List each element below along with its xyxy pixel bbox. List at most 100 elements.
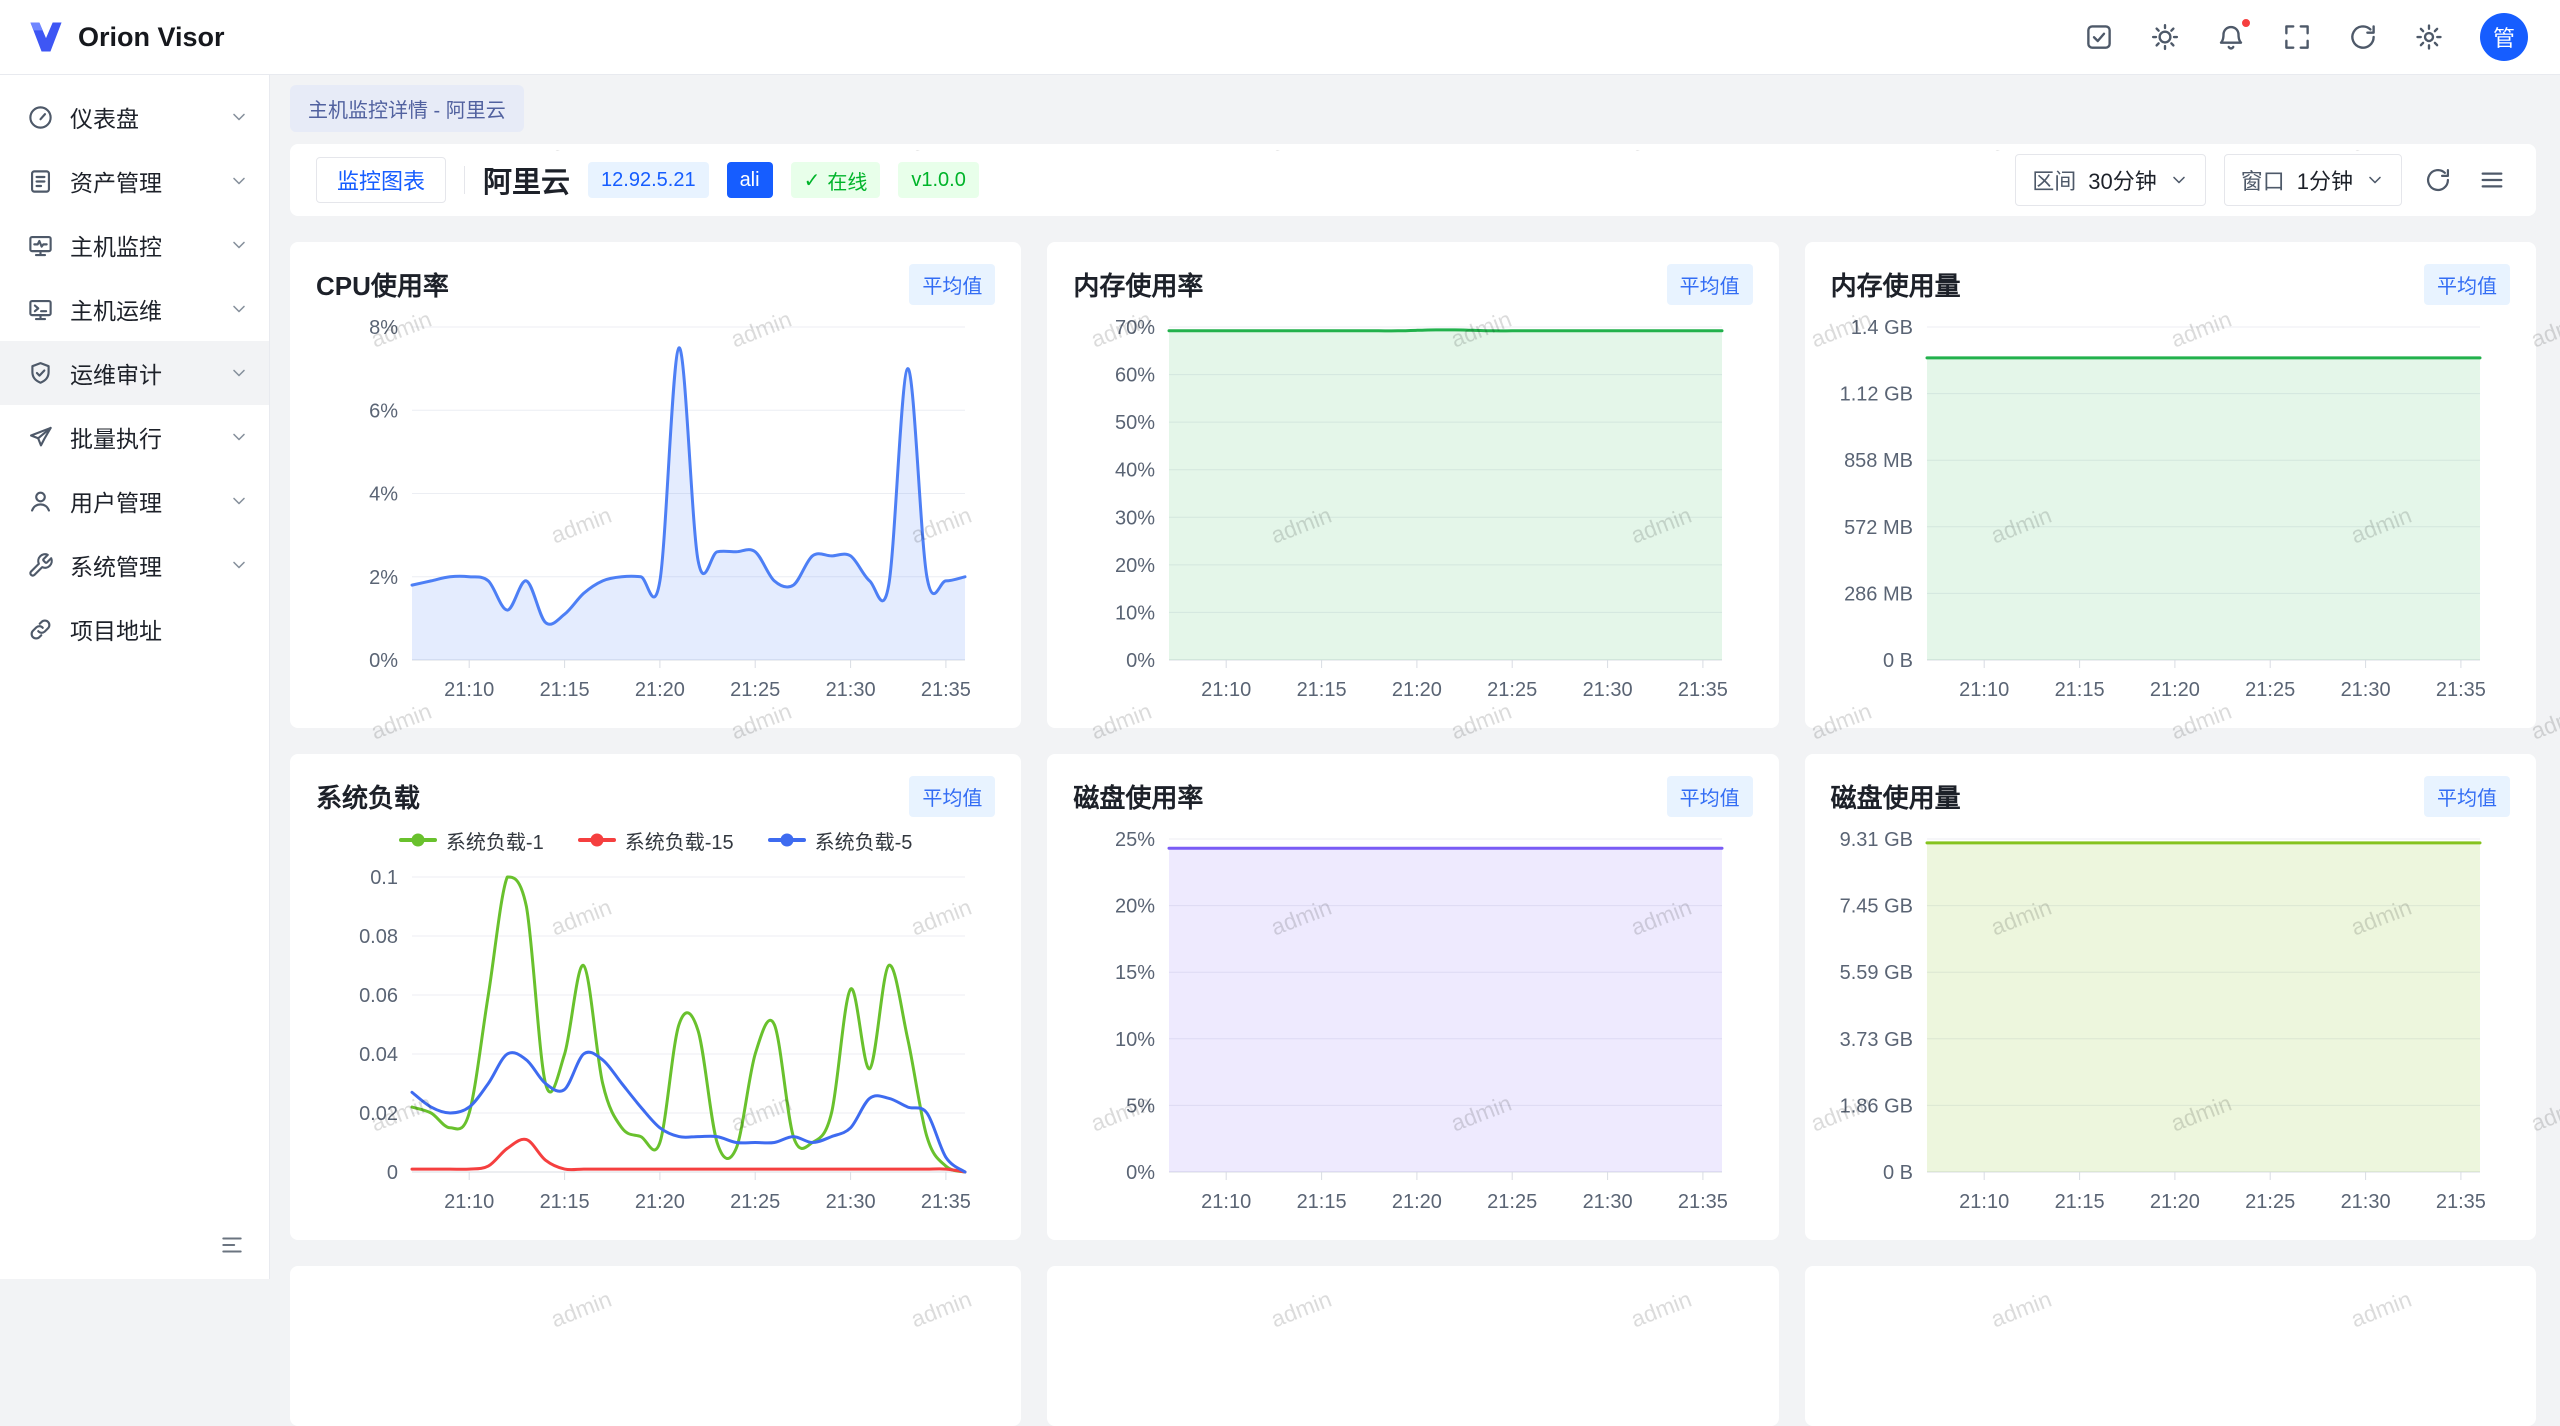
partial-card (290, 1266, 1021, 1426)
chart-legend: 系统负载-1 系统负载-15 系统负载-5 (316, 821, 995, 859)
orion-visor-logo-icon (26, 17, 66, 57)
fullscreen-icon[interactable] (2282, 22, 2312, 52)
chart-title: 内存使用率 (1073, 266, 1203, 303)
svg-text:0.08: 0.08 (359, 926, 398, 948)
svg-text:21:10: 21:10 (1959, 679, 2009, 701)
system-load-card: 系统负载 平均值 系统负载-1系统负载-15系统负载-5 00.020.040.… (290, 754, 1021, 1240)
charts-menu-icon[interactable] (2474, 162, 2510, 198)
legend-marker (768, 838, 806, 842)
average-value-badge: 平均值 (1667, 776, 1753, 817)
check-square-icon[interactable] (2084, 22, 2114, 52)
sidebar-item-label: 资产管理 (70, 164, 162, 198)
sidebar-item-label: 主机监控 (70, 228, 162, 262)
host-ip-tag: 12.92.5.21 (588, 162, 709, 198)
sidebar-item-system-management[interactable]: 系统管理 (0, 533, 269, 597)
svg-text:1.4 GB: 1.4 GB (1850, 317, 1912, 339)
sidebar-menu: 仪表盘 资产管理 主机监控 主机运维 运维审计 批量执行 (0, 85, 269, 661)
chevron-down-icon (229, 427, 249, 447)
svg-text:21:20: 21:20 (635, 679, 685, 701)
settings-gear-icon[interactable] (2414, 22, 2444, 52)
legend-item[interactable]: 系统负载-15 (578, 826, 734, 855)
refresh-icon[interactable] (2348, 22, 2378, 52)
svg-text:10%: 10% (1115, 602, 1155, 624)
chevron-down-icon (2169, 170, 2189, 190)
svg-text:6%: 6% (369, 400, 398, 422)
notification-bell-icon[interactable] (2216, 22, 2246, 52)
sidebar-item-assets[interactable]: 资产管理 (0, 149, 269, 213)
window-select[interactable]: 窗口 1分钟 (2224, 154, 2402, 206)
svg-text:858 MB: 858 MB (1844, 450, 1913, 472)
svg-text:21:35: 21:35 (1678, 1191, 1728, 1213)
window-select-label: 窗口 (2241, 164, 2285, 196)
sidebar-item-project-link[interactable]: 项目地址 (0, 597, 269, 661)
sidebar-item-ops-audit[interactable]: 运维审计 (0, 341, 269, 405)
charts-refresh-icon[interactable] (2420, 162, 2456, 198)
svg-text:5%: 5% (1126, 1095, 1155, 1117)
chart-title: CPU使用率 (316, 266, 449, 303)
svg-text:0: 0 (387, 1162, 398, 1184)
divider (464, 166, 465, 194)
svg-text:21:35: 21:35 (921, 1191, 971, 1213)
sidebar-item-user-management[interactable]: 用户管理 (0, 469, 269, 533)
svg-text:3.73 GB: 3.73 GB (1839, 1029, 1912, 1051)
svg-text:25%: 25% (1115, 829, 1155, 851)
avatar[interactable]: 管 (2480, 13, 2528, 61)
svg-text:286 MB: 286 MB (1844, 583, 1913, 605)
disk-usage-amount-chart[interactable]: 0 B1.86 GB3.73 GB5.59 GB7.45 GB9.31 GB21… (1831, 821, 2510, 1218)
svg-text:21:20: 21:20 (635, 1191, 685, 1213)
cpu-usage-chart[interactable]: 0%2%4%6%8%21:1021:1521:2021:2521:3021:35 (316, 309, 995, 706)
svg-text:9.31 GB: 9.31 GB (1839, 829, 1912, 851)
sidebar-item-label: 主机运维 (70, 292, 162, 326)
avatar-text: 管 (2493, 21, 2515, 53)
svg-text:21:10: 21:10 (444, 679, 494, 701)
notification-dot (2240, 17, 2252, 29)
tool-icon (27, 552, 54, 579)
interval-select[interactable]: 区间 30分钟 (2015, 154, 2206, 206)
host-version-tag: v1.0.0 (898, 162, 978, 198)
sidebar-item-dashboard[interactable]: 仪表盘 (0, 85, 269, 149)
svg-text:21:25: 21:25 (1487, 679, 1537, 701)
legend-label: 系统负载-15 (625, 826, 734, 855)
svg-text:50%: 50% (1115, 412, 1155, 434)
disk-usage-percent-chart[interactable]: 0%5%10%15%20%25%21:1021:1521:2021:2521:3… (1073, 821, 1752, 1218)
gauge-icon (27, 104, 54, 131)
legend-item[interactable]: 系统负载-1 (399, 826, 544, 855)
ledger-icon (27, 168, 54, 195)
svg-text:21:30: 21:30 (1583, 1191, 1633, 1213)
memory-usage-percent-chart[interactable]: 0%10%20%30%40%50%60%70%21:1021:1521:2021… (1073, 309, 1752, 706)
average-value-badge: 平均值 (1667, 264, 1753, 305)
system-load-chart[interactable]: 00.020.040.060.080.121:1021:1521:2021:25… (316, 859, 995, 1218)
sidebar-footer (0, 1214, 269, 1279)
svg-text:20%: 20% (1115, 555, 1155, 577)
legend-item[interactable]: 系统负载-5 (768, 826, 913, 855)
average-value-badge: 平均值 (909, 776, 995, 817)
svg-text:21:15: 21:15 (2054, 679, 2104, 701)
svg-text:21:35: 21:35 (1678, 679, 1728, 701)
sidebar-item-host-ops[interactable]: 主机运维 (0, 277, 269, 341)
svg-text:30%: 30% (1115, 507, 1155, 529)
memory-usage-amount-chart[interactable]: 0 B286 MB572 MB858 MB1.12 GB1.4 GB21:102… (1831, 309, 2510, 706)
partial-card (1805, 1266, 2536, 1426)
sidebar-item-host-monitor[interactable]: 主机监控 (0, 213, 269, 277)
sidebar-item-batch-exec[interactable]: 批量执行 (0, 405, 269, 469)
svg-text:572 MB: 572 MB (1844, 517, 1913, 539)
breadcrumb[interactable]: 主机监控详情 - 阿里云 (290, 85, 524, 132)
svg-text:21:25: 21:25 (1487, 1191, 1537, 1213)
svg-text:21:20: 21:20 (1392, 1191, 1442, 1213)
theme-toggle-sun-icon[interactable] (2150, 22, 2180, 52)
collapse-sidebar-icon[interactable] (215, 1228, 249, 1265)
chart-title: 磁盘使用率 (1073, 778, 1203, 815)
sidebar-item-label: 批量执行 (70, 420, 162, 454)
memory-usage-percent-card: 内存使用率 平均值 0%10%20%30%40%50%60%70%21:1021… (1047, 242, 1778, 728)
monitor-chart-button[interactable]: 监控图表 (316, 157, 446, 203)
svg-text:21:25: 21:25 (730, 1191, 780, 1213)
svg-text:0.02: 0.02 (359, 1103, 398, 1125)
legend-marker (399, 838, 437, 842)
svg-text:21:10: 21:10 (444, 1191, 494, 1213)
memory-usage-amount-card: 内存使用量 平均值 0 B286 MB572 MB858 MB1.12 GB1.… (1805, 242, 2536, 728)
topbar-actions: 管 (2084, 13, 2528, 61)
svg-text:21:25: 21:25 (2245, 679, 2295, 701)
brand[interactable]: Orion Visor (26, 17, 225, 57)
svg-text:21:25: 21:25 (730, 679, 780, 701)
svg-text:21:15: 21:15 (540, 679, 590, 701)
